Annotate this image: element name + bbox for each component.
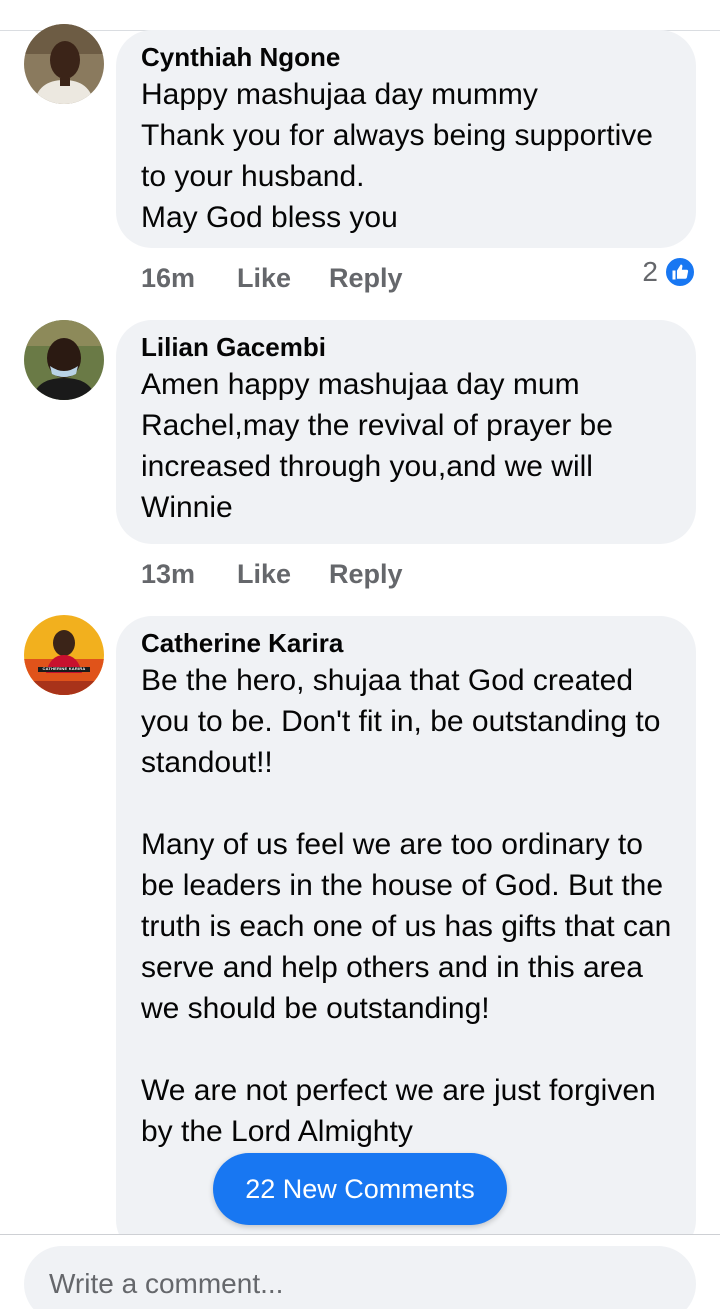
reaction-summary[interactable]: 2 [642,256,696,288]
comment-actions: 13m Like Reply [141,554,403,594]
avatar-photo [24,615,104,695]
avatar-photo [24,24,104,104]
comment-bubble[interactable]: Lilian Gacembi Amen happy mashujaa day m… [116,320,696,544]
avatar[interactable]: CATHERINE KARIRA [24,615,104,695]
comment-text: Happy mashujaa day mummy Thank you for a… [141,78,653,234]
avatar-caption: CATHERINE KARIRA [42,666,86,671]
avatar[interactable] [24,320,104,400]
bottom-divider [0,1234,720,1235]
comment-author[interactable]: Catherine Karira [141,626,672,660]
comment-time[interactable]: 13m [141,559,237,590]
reply-button[interactable]: Reply [329,559,403,590]
comment-input-placeholder: Write a comment... [49,1268,284,1299]
comment-bubble[interactable]: Cynthiah Ngone Happy mashujaa day mummy … [116,30,696,248]
thumbs-up-icon [664,256,696,288]
new-comments-button[interactable]: 22 New Comments [213,1153,507,1225]
comment-time[interactable]: 16m [141,263,237,294]
avatar[interactable] [24,24,104,104]
comment-text: Be the hero, shujaa that God created you… [141,664,672,1148]
comment-bubble[interactable]: Catherine Karira Be the hero, shujaa tha… [116,616,696,1234]
reaction-count: 2 [642,256,658,287]
comment-author[interactable]: Lilian Gacembi [141,330,672,364]
like-button[interactable]: Like [237,559,329,590]
comment-input[interactable]: Write a comment... [24,1246,696,1309]
comments-feed[interactable]: Cynthiah Ngone Happy mashujaa day mummy … [0,0,720,1234]
reply-button[interactable]: Reply [329,263,403,294]
comment-author[interactable]: Cynthiah Ngone [141,40,672,74]
comment-actions: 16m Like Reply [141,258,403,298]
like-button[interactable]: Like [237,263,329,294]
avatar-photo [24,320,104,400]
comment-text: Amen happy mashujaa day mum Rachel,may t… [141,368,613,524]
